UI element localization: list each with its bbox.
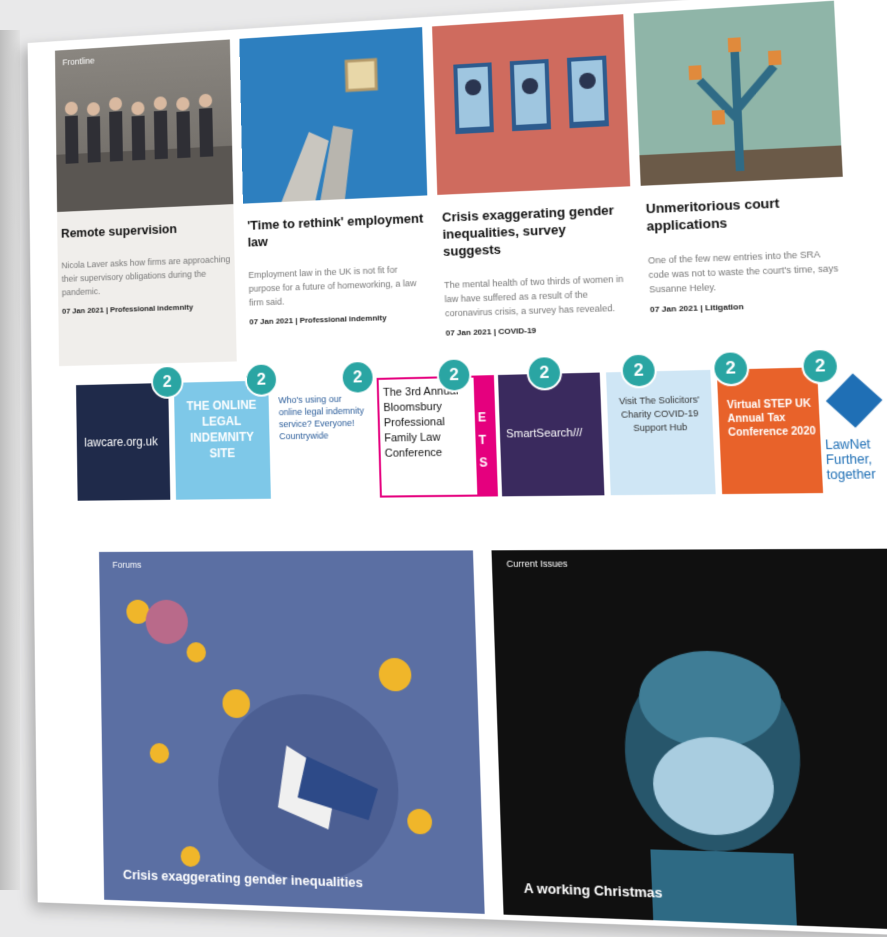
article-desc: The mental health of two thirds of women… (443, 273, 624, 319)
windows-illustration (453, 55, 609, 135)
sponsor-lawcare[interactable]: lawcare.org.uk (76, 382, 171, 501)
article-title[interactable]: Remote supervision (61, 218, 230, 242)
page-edge (0, 30, 20, 890)
section-label: Frontline (62, 55, 95, 68)
sponsor-countrywide[interactable]: Who's using our online legal indemnity s… (274, 378, 374, 499)
sponsor-text: Virtual STEP UK Annual Tax Conference 20… (726, 398, 817, 439)
article-desc: Employment law in the UK is not fit for … (248, 264, 417, 308)
article-meta: 07 Jan 2021 | Professional indemnity (249, 313, 387, 327)
article-date: 07 Jan 2021 (445, 327, 492, 338)
forums-tile[interactable]: Forums Crisis exaggerating gender inequa… (99, 550, 485, 914)
forums-illustration (126, 599, 433, 885)
sponsor-text: SmartSearch/// (505, 426, 583, 441)
article-image (239, 27, 428, 204)
article-date: 07 Jan 2021 (249, 316, 294, 327)
article-image (633, 0, 843, 186)
article-date: 07 Jan 2021 (649, 303, 699, 315)
screenshot-stage: Frontline Remote supervision Nicola Lave… (0, 0, 887, 937)
sponsor-bloomsbury[interactable]: The 3rd Annual Bloomsbury Professional F… (376, 375, 480, 498)
article-category[interactable]: Professional indemnity (110, 303, 193, 315)
article-desc: Nicola Laver asks how firms are approach… (61, 254, 231, 298)
sponsor-smartsearch[interactable]: SmartSearch/// (497, 372, 605, 497)
sponsor-strip: lawcare.org.uk THE ONLINE LEGAL INDEMNIT… (76, 347, 887, 513)
article-category[interactable]: Litigation (705, 302, 744, 313)
article-title[interactable]: Crisis exaggerating gender inequalities,… (442, 201, 629, 260)
article-image (432, 14, 631, 195)
sponsor-text: Who's using our online legal indemnity s… (278, 393, 365, 442)
sponsor-step[interactable]: Virtual STEP UK Annual Tax Conference 20… (716, 367, 830, 495)
sponsor-solicitors-charity[interactable]: Visit The Solicitors' Charity COVID-19 S… (606, 369, 716, 496)
article-title[interactable]: Unmeritorious court applications (645, 192, 840, 235)
sponsor-lawnet[interactable]: LawNet Further, together (816, 365, 887, 494)
article-meta: 07 Jan 2021 | COVID-19 (445, 325, 537, 338)
current-issues-tile[interactable]: Current Issues A working Christmas (491, 548, 887, 931)
sponsor-text: The 3rd Annual Bloomsbury Professional F… (382, 385, 459, 460)
article-category[interactable]: COVID-19 (498, 326, 536, 336)
article-image: Frontline (54, 39, 234, 213)
medic-photo (621, 650, 805, 926)
article-date: 07 Jan 2021 (62, 305, 104, 316)
article-card[interactable]: 'Time to rethink' employment law Employm… (239, 27, 431, 326)
employment-illustration (279, 27, 427, 202)
lawnet-logo-icon (825, 373, 883, 428)
article-meta: 07 Jan 2021 | Litigation (649, 301, 744, 315)
article-card[interactable]: Unmeritorious court applications One of … (633, 0, 850, 315)
sponsor-text: THE ONLINE LEGAL INDEMNITY SITE (186, 397, 257, 461)
article-desc: One of the few new entries into the SRA … (647, 249, 839, 295)
article-meta: 07 Jan 2021 | Professional indemnity (62, 302, 194, 316)
sponsor-text: LawNet Further, together (824, 436, 877, 483)
article-category[interactable]: Professional indemnity (299, 313, 386, 325)
count-badge: 2 (244, 362, 279, 397)
sponsor-text: E T S (477, 410, 488, 470)
article-card[interactable]: Crisis exaggerating gender inequalities,… (432, 14, 636, 338)
sponsor-partial[interactable]: E T S (473, 375, 498, 497)
article-card[interactable]: Frontline Remote supervision Nicola Lave… (54, 39, 237, 367)
sponsor-online-legal-indemnity[interactable]: THE ONLINE LEGAL INDEMNITY SITE (173, 380, 271, 500)
sponsor-text: Visit The Solicitors' Charity COVID-19 S… (618, 394, 700, 434)
court-illustration (639, 1, 843, 186)
sponsor-text: lawcare.org.uk (84, 434, 158, 450)
article-title[interactable]: 'Time to rethink' employment law (247, 210, 425, 251)
web-page: Frontline Remote supervision Nicola Lave… (27, 0, 887, 937)
